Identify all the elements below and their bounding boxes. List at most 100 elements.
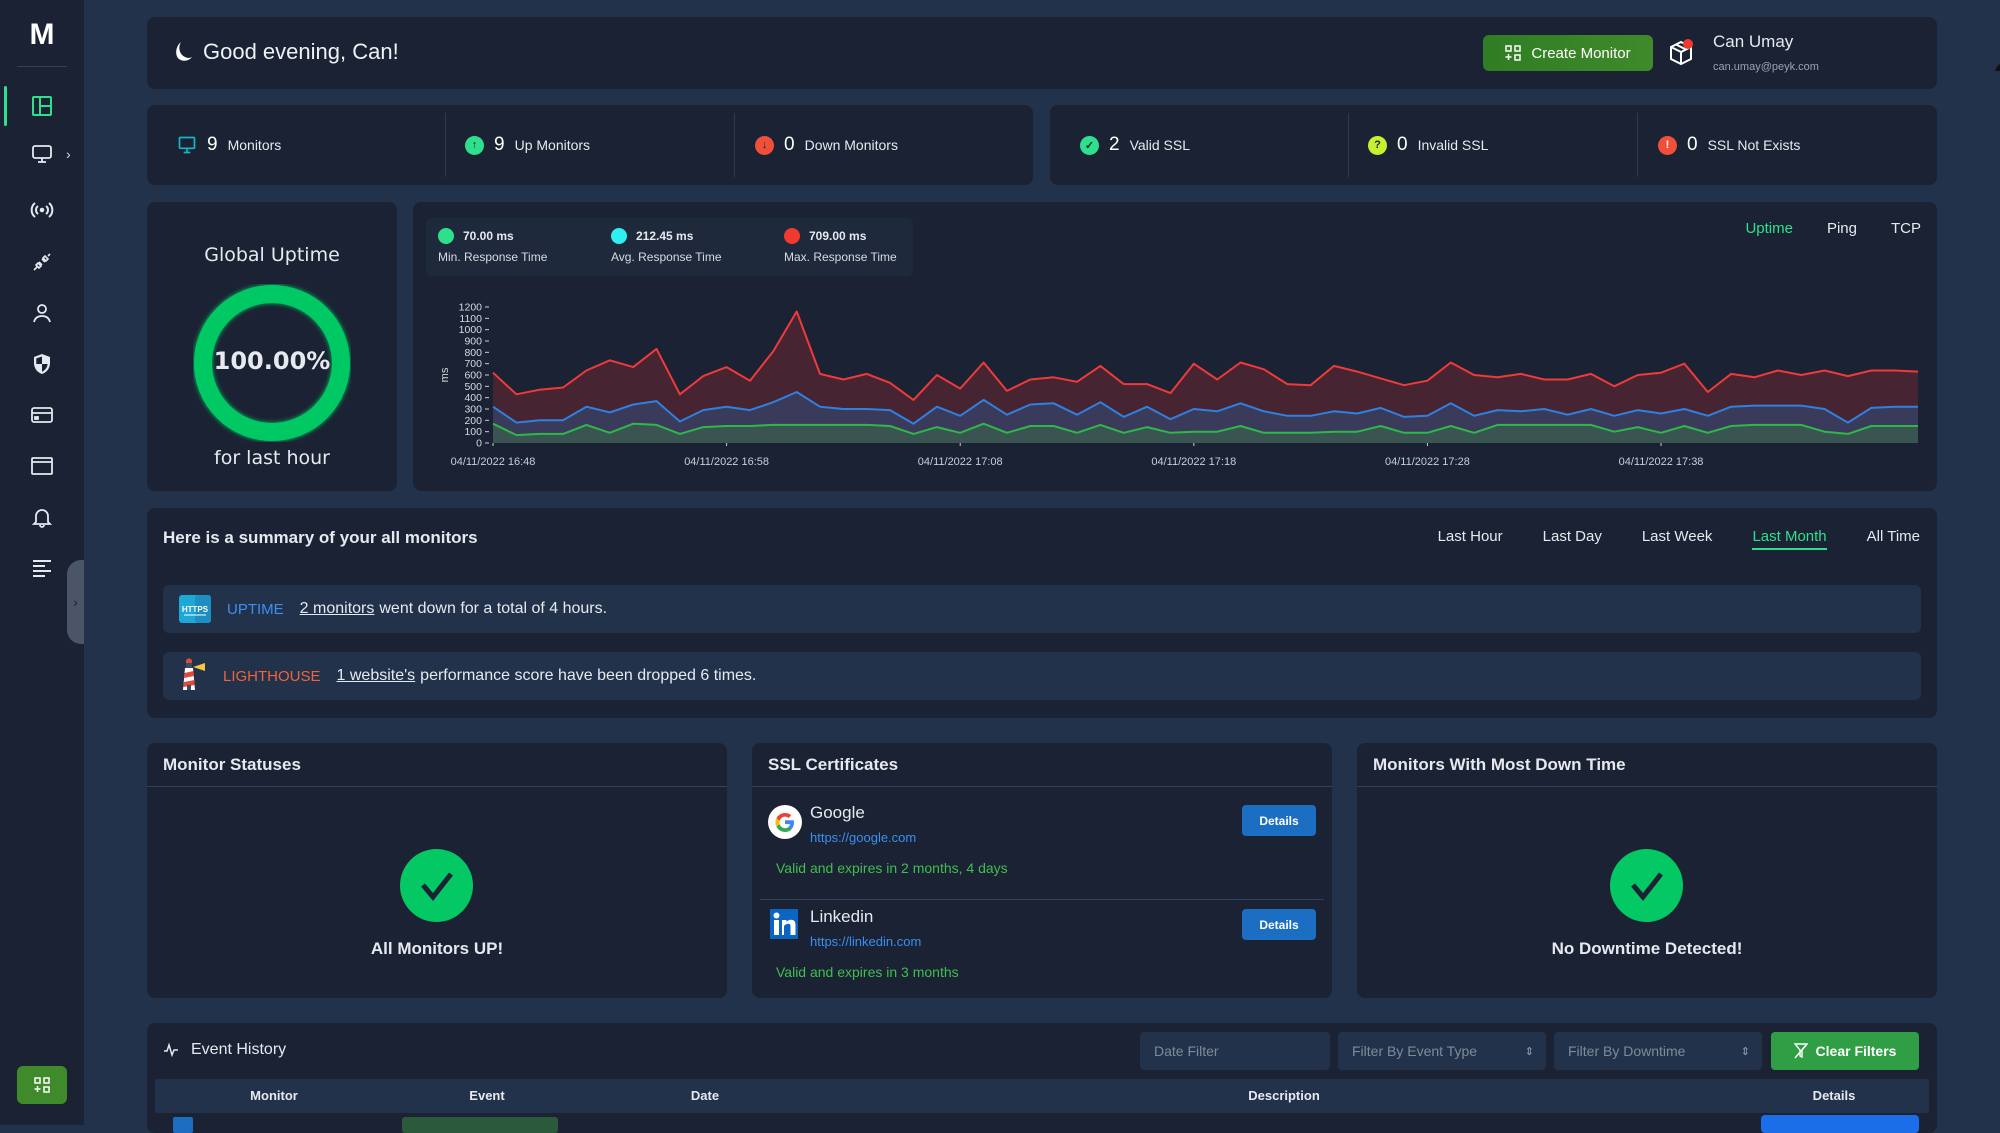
- alert-tag: LIGHTHOUSE: [223, 667, 321, 685]
- x-tick-label: 04/11/2022 16:48: [451, 456, 536, 468]
- sidebar-item-security[interactable]: [0, 344, 84, 384]
- arrow-down-icon: ↓: [755, 135, 774, 155]
- clear-filters-label: Clear Filters: [1815, 1043, 1897, 1059]
- app-logo[interactable]: M: [0, 18, 84, 52]
- x-tick-label: 04/11/2022 17:38: [1619, 456, 1704, 468]
- column-header-event[interactable]: Event: [469, 1088, 504, 1103]
- sidebar-collapse-toggle[interactable]: ›: [67, 560, 84, 644]
- sidebar-item-billing[interactable]: [0, 395, 84, 435]
- add-grid-icon: [1505, 45, 1522, 61]
- stat-label: Monitors: [227, 137, 282, 153]
- broadcast-icon: [30, 202, 54, 218]
- monitors-summary-card: Here is a summary of your all monitors L…: [147, 508, 1937, 718]
- filter-clear-icon: [1793, 1043, 1808, 1059]
- sidebar-item-broadcast[interactable]: [0, 190, 84, 230]
- stat-count: 9: [494, 134, 505, 155]
- https-icon: HTTPS: [179, 595, 211, 623]
- column-header-date[interactable]: Date: [691, 1088, 719, 1103]
- details-button[interactable]: Details: [1242, 909, 1316, 940]
- y-tick-label: 800: [464, 347, 482, 359]
- downtime-message: No Downtime Detected!: [1551, 939, 1743, 958]
- panel-title: Monitors With Most Down Time: [1373, 755, 1626, 774]
- monitor-icon: [178, 136, 196, 154]
- ssl-stats: ✓ 2 Valid SSL ? 0 Invalid SSL ! 0 SSL No…: [1050, 105, 1937, 185]
- downtime-filter-select[interactable]: Filter By Downtime ⇕: [1554, 1032, 1762, 1070]
- select-placeholder: Filter By Event Type: [1352, 1043, 1478, 1059]
- y-tick-label: 500: [464, 381, 482, 393]
- greeting-text: Good evening, Can!: [203, 39, 399, 64]
- range-tab-last-month[interactable]: Last Month: [1752, 528, 1827, 550]
- range-tab-all-time[interactable]: All Time: [1867, 528, 1920, 550]
- stat-invalid-ssl[interactable]: ? 0 Invalid SSL: [1368, 105, 1488, 185]
- uptime-value: 100.00%: [213, 347, 331, 375]
- divider: [17, 66, 67, 67]
- check-circle-icon: [1610, 849, 1683, 922]
- details-button[interactable]: [1761, 1115, 1919, 1133]
- greeting: Good evening, Can!: [173, 39, 399, 65]
- alert-text: performance score have been dropped 6 ti…: [420, 667, 757, 684]
- user-name: Can Umay: [1713, 32, 1794, 51]
- uptime-title: Global Uptime: [204, 244, 340, 266]
- y-tick-label: 1200: [459, 302, 483, 314]
- monitor-icon: [32, 145, 52, 163]
- range-tab-last-hour[interactable]: Last Hour: [1438, 528, 1503, 550]
- divider: [147, 786, 727, 787]
- range-tabs: Last Hour Last Day Last Week Last Month …: [1438, 528, 1920, 550]
- range-tab-last-day[interactable]: Last Day: [1543, 528, 1602, 550]
- create-monitor-button[interactable]: Create Monitor: [1483, 35, 1653, 71]
- x-tick-label: 04/11/2022 17:28: [1385, 456, 1470, 468]
- range-tab-last-week[interactable]: Last Week: [1642, 528, 1713, 550]
- sidebar-item-status-pages[interactable]: [0, 446, 84, 486]
- ssl-certificates-card: SSL Certificates Google https://google.c…: [752, 743, 1332, 998]
- sidebar-item-users[interactable]: [0, 293, 84, 333]
- avatar[interactable]: [1992, 35, 2000, 71]
- add-grid-icon: [34, 1077, 50, 1093]
- stat-count: 0: [1687, 134, 1698, 155]
- sidebar-item-notifications[interactable]: [0, 497, 84, 537]
- x-tick-label: 04/11/2022 17:18: [1151, 456, 1236, 468]
- response-time-chart-card: 70.00 ms Min. Response Time 212.45 ms Av…: [413, 202, 1937, 491]
- alert-link[interactable]: 2 monitors: [300, 600, 375, 618]
- ssl-site-url[interactable]: https://google.com: [810, 830, 916, 845]
- sidebar: M › ›: [0, 0, 84, 1125]
- most-downtime-card: Monitors With Most Down Time No Downtime…: [1357, 743, 1937, 998]
- quick-create-button[interactable]: [17, 1066, 67, 1104]
- column-header-details[interactable]: Details: [1813, 1088, 1856, 1103]
- date-filter-input[interactable]: Date Filter: [1140, 1032, 1330, 1070]
- sidebar-item-integrations[interactable]: [0, 242, 84, 282]
- sidebar-item-monitors[interactable]: ›: [0, 134, 84, 174]
- stat-label: Invalid SSL: [1417, 137, 1489, 153]
- event-history-title: Event History: [163, 1041, 286, 1059]
- stat-down-monitors[interactable]: ↓ 0 Down Monitors: [755, 105, 898, 185]
- y-tick-label: 1000: [459, 324, 483, 336]
- ssl-site-url[interactable]: https://linkedin.com: [810, 934, 921, 949]
- table-row: [155, 1113, 1929, 1133]
- details-button[interactable]: Details: [1242, 805, 1316, 836]
- browser-window-icon: [31, 457, 53, 475]
- question-circle-icon: ?: [1368, 135, 1387, 155]
- stat-label: SSL Not Exists: [1707, 137, 1801, 153]
- x-tick-label: 04/11/2022 16:58: [684, 456, 769, 468]
- y-tick-label: 400: [464, 392, 482, 404]
- clear-filters-button[interactable]: Clear Filters: [1771, 1032, 1919, 1070]
- stat-valid-ssl[interactable]: ✓ 2 Valid SSL: [1080, 105, 1190, 185]
- alert-link[interactable]: 1 website's: [337, 667, 416, 685]
- column-header-monitor[interactable]: Monitor: [250, 1088, 298, 1103]
- column-header-description[interactable]: Description: [1248, 1088, 1320, 1103]
- status-message: All Monitors UP!: [370, 939, 504, 958]
- stat-up-monitors[interactable]: ↑ 9 Up Monitors: [465, 105, 590, 185]
- response-time-chart: 0100200300400500600700800900100011001200…: [439, 302, 1919, 468]
- sidebar-item-dashboard[interactable]: [0, 86, 84, 126]
- stat-count: 0: [1397, 134, 1408, 155]
- check-circle-icon: ✓: [1080, 135, 1099, 155]
- check-circle-icon: [400, 849, 473, 922]
- lighthouse-icon: [183, 658, 205, 690]
- event-history-title-text: Event History: [191, 1041, 287, 1058]
- stat-monitors[interactable]: 9 Monitors: [177, 105, 281, 185]
- event-type-filter-select[interactable]: Filter By Event Type ⇕: [1338, 1032, 1546, 1070]
- y-tick-label: 0: [476, 438, 482, 450]
- user-email: can.umay@peyk.com: [1713, 61, 1819, 73]
- stat-count: 0: [784, 134, 795, 155]
- moon-icon: [176, 42, 192, 61]
- stat-ssl-not-exists[interactable]: ! 0 SSL Not Exists: [1658, 105, 1800, 185]
